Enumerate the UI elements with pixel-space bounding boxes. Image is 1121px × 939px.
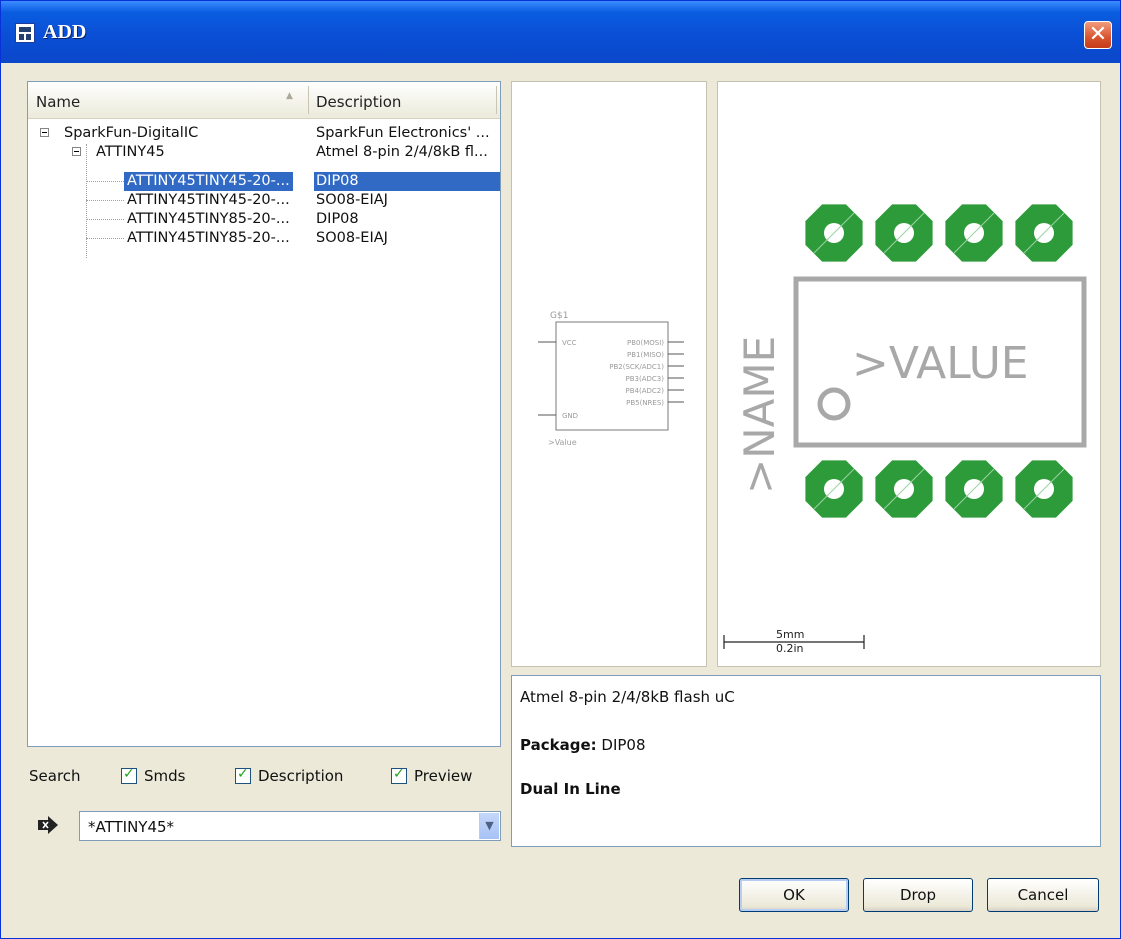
tree-row-description: SparkFun Electronics' ...: [316, 125, 490, 141]
tree-header: Name ▲ Description: [28, 82, 500, 119]
ok-button[interactable]: OK: [739, 878, 849, 912]
package-label: Package:: [520, 736, 597, 754]
smds-checkbox[interactable]: [121, 766, 137, 784]
package-preview: >VALUE >NAME 5mm 0.2in: [717, 81, 1101, 667]
tree-row-variant[interactable]: ATTINY45TINY85-20-... SO08-EIAJ: [28, 229, 500, 248]
add-dialog: ADD ✕ Name ▲ Description SparkFun-Digita…: [0, 0, 1121, 939]
search-go-icon[interactable]: [37, 816, 59, 834]
package-name-label: >NAME: [735, 336, 784, 494]
symbol-pin-label: PB4(ADC2): [626, 387, 665, 395]
smds-label: Smds: [144, 767, 186, 785]
drop-button[interactable]: Drop: [863, 878, 973, 912]
package-value-label: >VALUE: [852, 338, 1029, 389]
package-value: DIP08: [601, 736, 646, 754]
package-description: Dual In Line: [520, 780, 621, 798]
tree-row-name: ATTINY45TINY45-20-...: [124, 172, 293, 191]
symbol-preview: G$1 VCC GND PB0(MOSI) PB1(MISO) PB2(SCK/AD…: [511, 81, 707, 667]
symbol-pin-label: PB5(NRES): [626, 399, 664, 407]
close-button[interactable]: ✕: [1084, 21, 1112, 49]
symbol-pin-label: GND: [562, 412, 578, 420]
title-bar[interactable]: ADD ✕: [1, 1, 1120, 63]
column-header-description[interactable]: Description: [316, 93, 401, 111]
dropdown-arrow-icon[interactable]: ▼: [479, 813, 499, 839]
symbol-drawing: G$1 VCC GND PB0(MOSI) PB1(MISO) PB2(SCK/AD…: [538, 311, 684, 447]
tree-row-description: DIP08: [316, 211, 359, 227]
symbol-value-label: >Value: [548, 438, 577, 447]
symbol-pin-label: PB3(ADC3): [626, 375, 665, 383]
symbol-pin-label: PB2(SCK/ADC1): [609, 363, 664, 371]
app-icon: [15, 23, 35, 43]
tree-row-name: ATTINY45TINY85-20-...: [127, 211, 290, 227]
package-drawing: >VALUE >NAME 5mm 0.2in: [723, 204, 1087, 655]
tree-row-name: ATTINY45: [96, 144, 165, 160]
symbol-pin-label: VCC: [562, 339, 577, 347]
tree-row-variant[interactable]: ATTINY45TINY85-20-... DIP08: [28, 210, 500, 229]
preview-checkbox[interactable]: [391, 766, 407, 784]
scale-in-label: 0.2in: [776, 642, 804, 655]
description-label: Description: [258, 767, 344, 785]
tree-row-name: ATTINY45TINY45-20-...: [127, 192, 290, 208]
search-combobox[interactable]: *ATTINY45* ▼: [79, 811, 501, 841]
tree-row-description: SO08-EIAJ: [316, 230, 388, 246]
collapse-icon[interactable]: [72, 147, 81, 156]
tree-row-library[interactable]: SparkFun-DigitalIC SparkFun Electronics'…: [28, 124, 500, 143]
preview-label: Preview: [414, 767, 473, 785]
tree-row-variant-selected[interactable]: ATTINY45TINY45-20-... DIP08: [28, 172, 500, 191]
package-info: Package: DIP08: [520, 736, 646, 754]
tree-row-variant[interactable]: ATTINY45TINY45-20-... SO08-EIAJ: [28, 191, 500, 210]
column-header-name[interactable]: Name: [36, 93, 80, 111]
tree-row-description: SO08-EIAJ: [316, 192, 388, 208]
device-tree[interactable]: Name ▲ Description SparkFun-DigitalIC Sp…: [27, 81, 501, 747]
search-input[interactable]: *ATTINY45*: [88, 818, 174, 836]
window-title: ADD: [43, 21, 87, 43]
scale-mm-label: 5mm: [776, 628, 804, 641]
collapse-icon[interactable]: [40, 128, 49, 137]
sort-ascending-icon: ▲: [286, 91, 293, 101]
search-label: Search: [29, 767, 81, 785]
tree-row-name: SparkFun-DigitalIC: [64, 125, 199, 141]
symbol-pin-label: PB1(MISO): [627, 351, 664, 359]
tree-row-description: DIP08: [314, 172, 500, 191]
description-panel: Atmel 8-pin 2/4/8kB flash uC Package: DI…: [511, 675, 1101, 847]
tree-row-name: ATTINY45TINY85-20-...: [127, 230, 290, 246]
device-description: Atmel 8-pin 2/4/8kB flash uC: [520, 688, 735, 706]
symbol-pin-label: PB0(MOSI): [627, 339, 664, 347]
tree-row-device[interactable]: ATTINY45 Atmel 8-pin 2/4/8kB fl...: [28, 143, 500, 162]
symbol-name-label: G$1: [550, 311, 568, 321]
tree-row-description: Atmel 8-pin 2/4/8kB fl...: [316, 144, 488, 160]
cancel-button[interactable]: Cancel: [987, 878, 1099, 912]
description-checkbox[interactable]: [235, 766, 251, 784]
